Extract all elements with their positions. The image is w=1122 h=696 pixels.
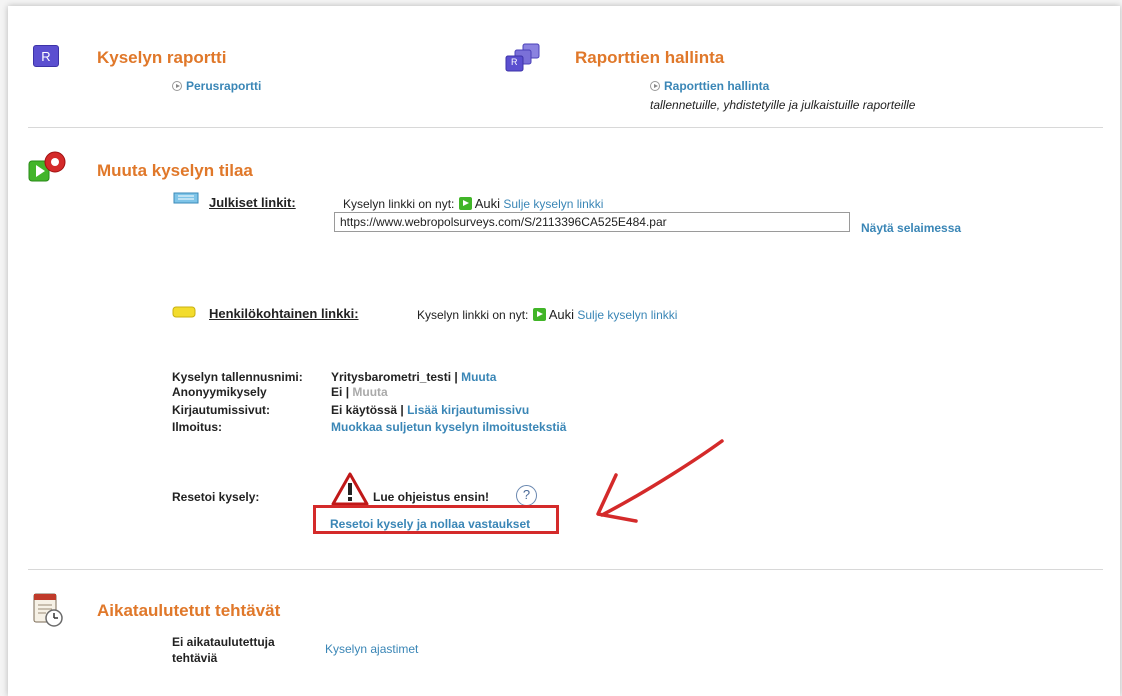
main-panel	[8, 6, 1120, 696]
survey-timers-link[interactable]: Kyselyn ajastimet	[325, 642, 418, 656]
save-name-label: Kyselyn tallennusnimi:	[172, 370, 303, 384]
ticket-icon	[173, 191, 199, 205]
public-url-field[interactable]: https://www.webropolsurveys.com/S/211339…	[334, 212, 850, 232]
arrow-bullet-icon	[650, 81, 660, 91]
report-management-link[interactable]: Raporttien hallinta	[650, 79, 769, 93]
show-in-browser-link[interactable]: Näytä selaimessa	[861, 221, 961, 235]
arrow-bullet-icon	[172, 81, 182, 91]
personal-link-icon	[172, 305, 196, 319]
personal-link-label: Henkilökohtainen linkki:	[209, 306, 359, 321]
divider	[28, 569, 1103, 570]
status-title: Muuta kyselyn tilaa	[97, 161, 253, 180]
save-name-row: Yritysbarometri_testi | Muuta	[331, 370, 497, 384]
open-status-icon	[458, 197, 472, 210]
open-status-icon	[532, 308, 546, 321]
report-management-icon: R	[503, 42, 543, 74]
close-personal-link[interactable]: Sulje kyselyn linkki	[577, 308, 677, 322]
no-scheduled-tasks-text: Ei aikataulutettuja tehtäviä	[172, 635, 275, 665]
scheduled-title: Aikataulutetut tehtävät	[97, 601, 281, 620]
close-public-link[interactable]: Sulje kyselyn linkki	[503, 197, 603, 211]
anonymous-label: Anonyymikysely	[172, 385, 267, 399]
edit-notice-link[interactable]: Muokkaa suljetun kyselyn ilmoitustekstiä	[331, 420, 566, 434]
reset-survey-link[interactable]: Resetoi kysely ja nollaa vastaukset	[330, 517, 530, 531]
report-icon: R	[33, 45, 59, 67]
login-pages-label: Kirjautumissivut:	[172, 403, 271, 417]
survey-status-icon	[27, 151, 69, 185]
annotation-arrow	[590, 435, 730, 530]
read-instructions-text: Lue ohjeistus ensin!	[373, 490, 490, 504]
personal-link-status: Kyselyn linkki on nyt: Auki Sulje kysely…	[417, 307, 678, 322]
public-link-status: Kyselyn linkki on nyt: Auki Sulje kysely…	[343, 196, 604, 211]
basic-report-link[interactable]: Perusraportti	[172, 79, 261, 93]
add-login-page-link[interactable]: Lisää kirjautumissivu	[407, 403, 529, 417]
change-save-name-link[interactable]: Muuta	[461, 370, 496, 384]
report-management-title: Raporttien hallinta	[575, 48, 725, 67]
report-management-description: tallennetuille, yhdistetyille ja julkais…	[650, 98, 916, 112]
reset-label: Resetoi kysely:	[172, 490, 260, 504]
notice-label: Ilmoitus:	[172, 420, 222, 434]
public-links-label: Julkiset linkit:	[209, 195, 296, 210]
warning-icon	[331, 472, 369, 506]
help-icon[interactable]: ?	[516, 485, 537, 506]
report-title: Kyselyn raportti	[97, 48, 227, 67]
calendar-clock-icon	[32, 590, 64, 628]
login-pages-row: Ei käytössä | Lisää kirjautumissivu	[331, 403, 530, 417]
divider	[28, 127, 1103, 128]
anonymous-row: Ei | Muuta	[331, 385, 388, 399]
change-anonymous-link-disabled: Muuta	[352, 385, 388, 399]
